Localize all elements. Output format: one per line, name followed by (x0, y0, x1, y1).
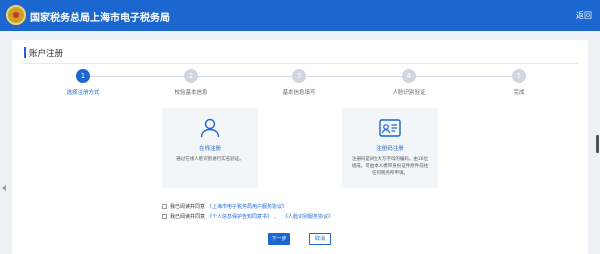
person-icon (200, 118, 220, 138)
scrollbar-thumb[interactable] (596, 135, 599, 153)
step-4-label: 人脸识别验证 (392, 90, 426, 96)
agreement-row-2: 我已阅读并同意 《个人信息保护告知同意书》 、 《人脸识别服务协议》 (162, 213, 333, 220)
registration-card: 账户注册 1 2 3 4 5 选择注册方式 校验基本信息 基本信息填写 人脸识别… (12, 40, 588, 254)
step-5-circle: 5 (512, 69, 526, 83)
service-agreement-link[interactable]: 《上海市电子税务局用户服务协议》 (207, 203, 287, 210)
top-header: 国家税务总局上海市电子税务局 返回 (0, 0, 600, 31)
face-recognition-agreement-link[interactable]: 《人脸识别服务协议》 (283, 213, 333, 220)
step-connector (306, 76, 402, 77)
step-5-label: 完成 (513, 90, 525, 96)
site-title: 国家税务总局上海市电子税务局 (30, 13, 170, 24)
cancel-button[interactable]: 取消 (309, 233, 331, 245)
step-2-label: 校验基本信息 (174, 90, 208, 96)
step-1-circle: 1 (76, 69, 90, 83)
step-1-label: 选择注册方式 (66, 90, 100, 96)
step-connector (198, 76, 292, 77)
next-button[interactable]: 下一步 (268, 233, 290, 245)
online-register-desc: 通过在线人脸识别进行实名验证。 (176, 157, 244, 162)
id-card-icon (379, 119, 401, 137)
code-register-option[interactable]: 注册码注册 注册码是8位大写字母的编码，由16位组成。可由本人携带身份证件原件前… (342, 108, 438, 188)
online-register-option[interactable]: 在线注册 通过在线人脸识别进行实名验证。 (162, 108, 258, 188)
step-3-label: 基本信息填写 (282, 90, 316, 96)
step-connector (416, 76, 512, 77)
privacy-consent-link[interactable]: 《个人信息保护告知同意书》 (207, 213, 272, 220)
tax-emblem-icon (6, 5, 26, 25)
step-3-circle: 3 (292, 69, 306, 83)
page-title: 账户注册 (29, 49, 64, 59)
code-register-label: 注册码注册 (376, 146, 404, 152)
collapse-arrow-icon[interactable] (2, 185, 6, 191)
agreement-row-1: 我已阅读并同意 《上海市电子税务局用户服务协议》 (162, 203, 287, 210)
step-4-circle: 4 (402, 69, 416, 83)
step-2-circle: 2 (184, 69, 198, 83)
step-connector (90, 76, 184, 77)
code-register-desc: 注册码是8位大写字母的编码，由16位组成。可由本人携带身份证件原件前往任何税务所… (351, 157, 429, 176)
agreement-2-checkbox[interactable] (162, 214, 167, 219)
back-link[interactable]: 返回 (576, 10, 592, 21)
divider (22, 63, 578, 64)
online-register-label: 在线注册 (198, 146, 221, 152)
title-accent-bar (24, 47, 26, 58)
agreement-1-checkbox[interactable] (162, 204, 167, 209)
agreement-2-prefix: 我已阅读并同意 (170, 214, 206, 220)
agreement-1-prefix: 我已阅读并同意 (170, 204, 206, 210)
agreement-separator: 、 (274, 214, 280, 220)
